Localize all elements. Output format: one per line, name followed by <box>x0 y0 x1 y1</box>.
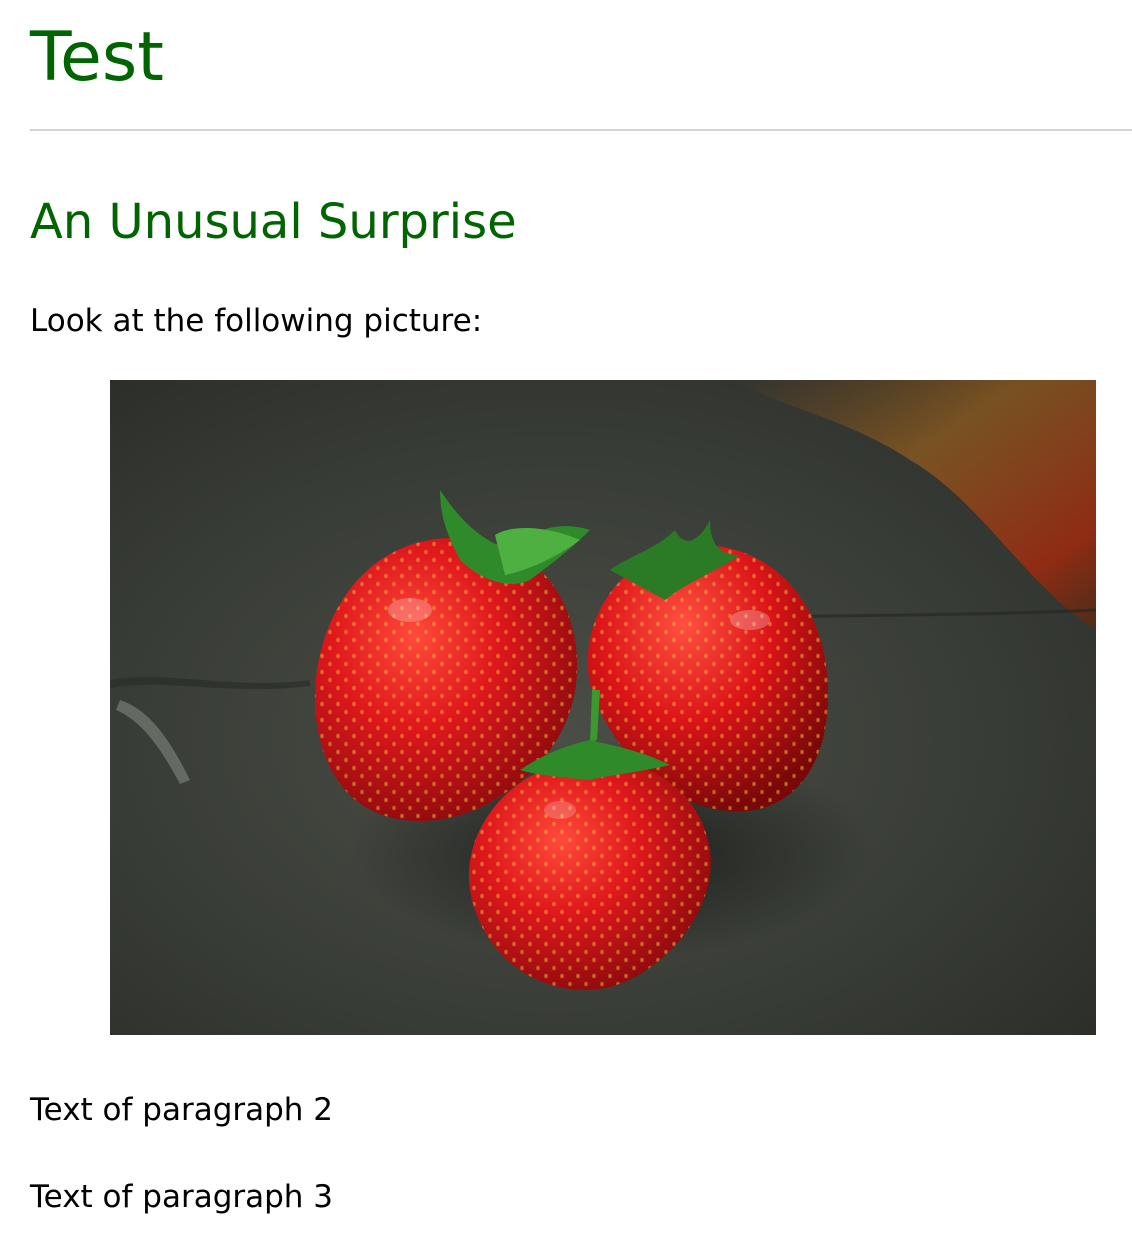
page-title: Test <box>30 18 164 97</box>
paragraph-2: Text of paragraph 2 <box>30 1092 334 1128</box>
divider <box>30 129 1132 131</box>
intro-paragraph: Look at the following picture: <box>30 303 483 339</box>
section-heading: An Unusual Surprise <box>30 194 517 250</box>
paragraph-3: Text of paragraph 3 <box>30 1179 334 1215</box>
strawberries-image <box>110 380 1096 1035</box>
